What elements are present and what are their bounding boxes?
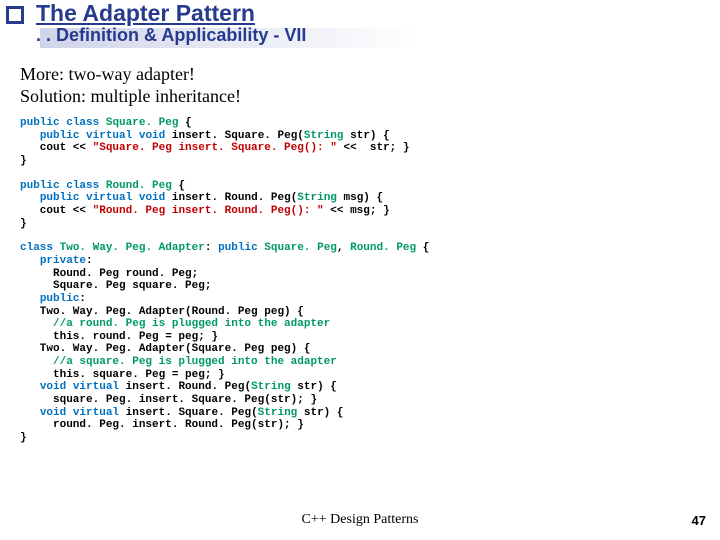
intro-line: More: two-way adapter! xyxy=(20,64,195,84)
slide-title: The Adapter Pattern xyxy=(36,0,720,27)
intro-text: More: two-way adapter! Solution: multipl… xyxy=(20,64,700,107)
slide-header: The Adapter Pattern . . Definition & App… xyxy=(0,0,720,56)
slide-subtitle: . . Definition & Applicability - VII xyxy=(36,25,720,46)
code-block-adapter: class Two. Way. Peg. Adapter: public Squ… xyxy=(20,242,700,444)
page-number: 47 xyxy=(692,513,706,528)
code-block-squarepeg: public class Square. Peg { public virtua… xyxy=(20,117,700,168)
code-block-roundpeg: public class Round. Peg { public virtual… xyxy=(20,180,700,231)
intro-line: Solution: multiple inheritance! xyxy=(20,86,241,106)
title-bullet-icon xyxy=(6,6,24,24)
footer-title: C++ Design Patterns xyxy=(0,512,720,528)
slide-body: More: two-way adapter! Solution: multipl… xyxy=(0,56,720,445)
